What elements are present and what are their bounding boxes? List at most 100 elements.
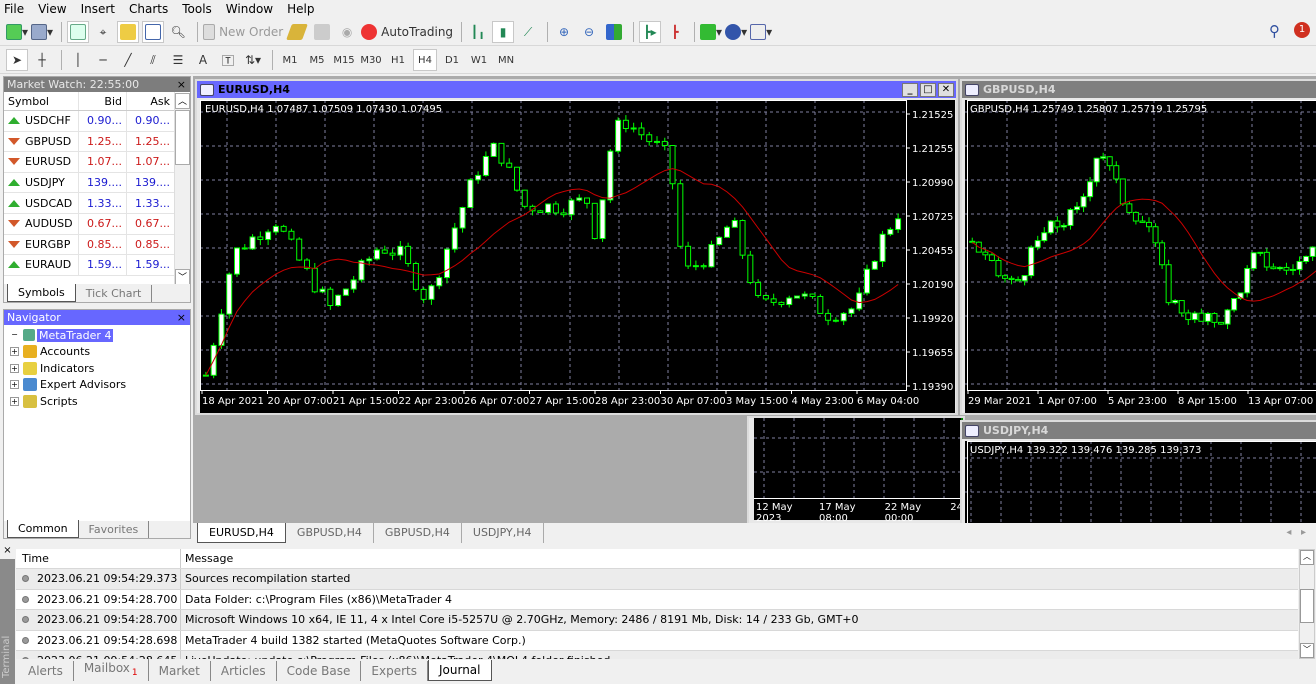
print-button[interactable]	[311, 21, 333, 43]
data-window-button[interactable]: ⌖	[92, 21, 114, 43]
signals-button[interactable]: ◉	[336, 21, 358, 43]
chart-tab[interactable]: GBPUSD,H4	[286, 523, 374, 543]
header-message[interactable]: Message	[181, 552, 233, 565]
zoom-in-button[interactable]: ⊕	[553, 21, 575, 43]
horizontal-line-button[interactable]: ─	[92, 49, 114, 71]
gbpusd-title-bar[interactable]: GBPUSD,H4	[962, 81, 1316, 98]
maximize-button[interactable]: □	[920, 82, 936, 97]
arrows-button[interactable]: ⇅▾	[242, 49, 264, 71]
close-button[interactable]: ✕	[938, 82, 954, 97]
tab-code-base[interactable]: Code Base	[277, 661, 362, 681]
new-order-button[interactable]: New Order	[203, 21, 283, 43]
autoscroll-button[interactable]: ┣▸	[639, 21, 662, 43]
header-ask[interactable]: Ask	[127, 92, 175, 110]
tab-articles[interactable]: Articles	[211, 661, 277, 681]
menu-file[interactable]: File	[4, 2, 24, 16]
usdjpy-title-bar[interactable]: USDJPY,H4	[962, 422, 1316, 439]
line-chart-button[interactable]: ⟋	[517, 21, 539, 43]
tab-tick-chart[interactable]: Tick Chart	[76, 285, 153, 302]
zoom-out-button[interactable]: ⊖	[578, 21, 600, 43]
chart-window-gbpusd[interactable]: GBPUSD,H4 GBPUSD,H4 1.25749 1.25807 1.25…	[960, 79, 1316, 415]
timeframe-m15[interactable]: M15	[332, 49, 356, 71]
scroll-up-icon[interactable]: ︿	[175, 93, 190, 109]
market-watch-row[interactable]: USDCAD 1.33... 1.33...	[4, 193, 190, 214]
close-icon[interactable]: ×	[177, 77, 186, 92]
profiles-button[interactable]: ▾	[31, 21, 53, 43]
expand-icon[interactable]: +	[10, 363, 19, 373]
timeframe-d1[interactable]: D1	[440, 49, 464, 71]
chevron-left-icon[interactable]: ◂	[1286, 527, 1291, 538]
text-label-button[interactable]: 🅃︎	[217, 49, 239, 71]
tree-root[interactable]: − MetaTrader 4	[4, 327, 190, 344]
eurusd-title-bar[interactable]: EURUSD,H4 _ □ ✕	[197, 81, 956, 98]
journal-row[interactable]: 2023.06.21 09:54:28.698 MetaTrader 4 buil…	[16, 630, 1298, 651]
market-watch-row[interactable]: EURGBP 0.85... 0.85...	[4, 234, 190, 256]
menu-view[interactable]: View	[38, 2, 66, 16]
timeframe-m30[interactable]: M30	[359, 49, 383, 71]
tile-windows-button[interactable]	[603, 21, 625, 43]
tab-market[interactable]: Market	[149, 661, 211, 681]
menu-charts[interactable]: Charts	[129, 2, 168, 16]
background-chart[interactable]	[754, 418, 963, 498]
tab-common[interactable]: Common	[7, 520, 79, 538]
chart-window-usdjpy[interactable]: USDJPY,H4 USDJPY,H4 139.322 139.476 139.…	[960, 420, 1316, 531]
new-chart-button[interactable]: ▾	[6, 21, 28, 43]
menu-tools[interactable]: Tools	[182, 2, 212, 16]
journal-row[interactable]: 2023.06.21 09:54:29.373 Sources recompila…	[16, 569, 1298, 590]
chart-tab[interactable]: GBPUSD,H4	[374, 523, 462, 543]
menu-window[interactable]: Window	[226, 2, 273, 16]
trendline-button[interactable]: ╱	[117, 49, 139, 71]
fibonacci-button[interactable]: ☰	[167, 49, 189, 71]
tree-item-accounts[interactable]: + Accounts	[4, 344, 190, 361]
scroll-thumb[interactable]	[1300, 589, 1314, 623]
timeframe-h4[interactable]: H4	[413, 49, 437, 71]
expand-icon[interactable]: +	[10, 380, 19, 390]
tab-alerts[interactable]: Alerts	[18, 661, 74, 681]
tab-scroll-arrows[interactable]: ◂ ▸	[1286, 523, 1306, 538]
market-watch-row[interactable]: AUDUSD 0.67... 0.67...	[4, 213, 190, 235]
market-watch-scrollbar[interactable]: ︿ ﹀	[174, 93, 190, 285]
scroll-up-icon[interactable]: ︿	[1300, 550, 1314, 565]
tree-item-expert-advisors[interactable]: + Expert Advisors	[4, 377, 190, 394]
header-time[interactable]: Time	[16, 549, 181, 568]
eurusd-chart[interactable]: EURUSD,H4 1.07487 1.07509 1.07430 1.0749…	[200, 100, 955, 413]
expand-icon[interactable]: +	[10, 347, 19, 357]
journal-row[interactable]: 2023.06.21 09:54:28.645LiveUpdate: updat…	[16, 651, 1298, 659]
vertical-line-button[interactable]: │	[67, 49, 89, 71]
market-watch-row[interactable]: GBPUSD 1.25... 1.25...	[4, 131, 190, 153]
expand-icon[interactable]: +	[10, 396, 19, 406]
close-icon[interactable]: ×	[177, 310, 186, 325]
terminal-scrollbar[interactable]: ︿ ﹀	[1299, 549, 1315, 659]
indicators-button[interactable]: ▾	[700, 21, 722, 43]
scroll-down-icon[interactable]: ﹀	[175, 269, 190, 285]
header-bid[interactable]: Bid	[79, 92, 127, 110]
metaeditor-button[interactable]	[286, 21, 309, 43]
navigator-button[interactable]	[117, 21, 140, 43]
market-watch-button[interactable]	[67, 21, 90, 43]
tab-mailbox[interactable]: Mailbox 1	[74, 657, 149, 681]
timeframe-m5[interactable]: M5	[305, 49, 329, 71]
journal-row[interactable]: 2023.06.21 09:54:28.700 Data Folder: c:\P…	[16, 589, 1298, 610]
tree-item-indicators[interactable]: + Indicators	[4, 360, 190, 377]
gbpusd-chart[interactable]: GBPUSD,H4 1.25749 1.25807 1.25719 1.2579…	[965, 100, 1316, 413]
usdjpy-chart[interactable]: USDJPY,H4 139.322 139.476 139.285 139.37…	[965, 441, 1316, 531]
market-watch-row[interactable]: EURUSD 1.07... 1.07...	[4, 152, 190, 173]
timeframe-m1[interactable]: M1	[278, 49, 302, 71]
terminal-button[interactable]	[142, 21, 165, 43]
scroll-down-icon[interactable]: ﹀	[1300, 643, 1314, 658]
tab-experts[interactable]: Experts	[361, 661, 428, 681]
bar-chart-button[interactable]: ┃╻	[467, 21, 489, 43]
header-symbol[interactable]: Symbol	[4, 92, 79, 110]
minimize-button[interactable]: _	[902, 82, 918, 97]
timeframe-w1[interactable]: W1	[467, 49, 491, 71]
tab-favorites[interactable]: Favorites	[79, 521, 150, 538]
cursor-button[interactable]: ➤	[6, 49, 28, 71]
templates-button[interactable]: ▾	[750, 21, 772, 43]
chart-window-background[interactable]: 12 May 2023 17 May 08:00 22 May 00:00 24	[747, 416, 965, 526]
crosshair-button[interactable]: ┼	[31, 49, 53, 71]
chevron-right-icon[interactable]: ▸	[1301, 527, 1306, 538]
market-watch-row[interactable]: EURAUD 1.59... 1.59...	[4, 255, 190, 276]
market-watch-row[interactable]: USDCHF 0.90... 0.90...	[4, 111, 190, 132]
autotrading-button[interactable]: AutoTrading	[361, 21, 453, 43]
timeframe-h1[interactable]: H1	[386, 49, 410, 71]
